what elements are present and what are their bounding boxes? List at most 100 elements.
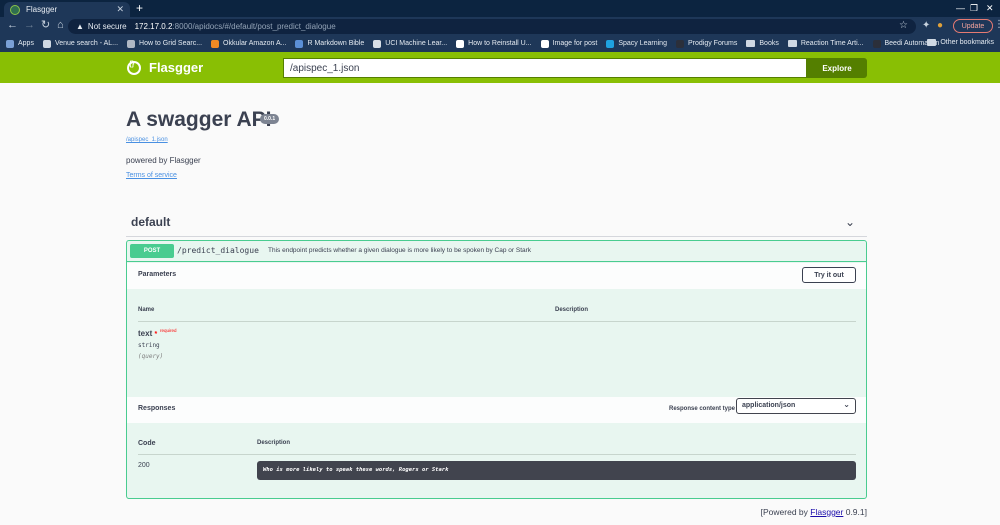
reload-icon[interactable]: ↻	[41, 20, 50, 31]
operation-summary-text: This endpoint predicts whether a given d…	[268, 247, 532, 254]
operation-path: /predict_dialogue	[177, 246, 259, 255]
explore-button[interactable]: Explore	[807, 58, 867, 78]
param-name: text *	[138, 329, 157, 338]
forward-icon[interactable]: →	[24, 20, 35, 31]
bookmark-favicon-icon	[42, 39, 51, 48]
required-label: required	[160, 328, 177, 333]
bookmark-item[interactable]: Prodigy Forums	[675, 39, 738, 48]
swagger-logo-icon	[127, 60, 141, 75]
bookmark-label: How to Grid Searc...	[139, 40, 203, 47]
folder-icon	[927, 39, 937, 46]
bookmark-item[interactable]: R Markdown Bible	[295, 39, 365, 48]
back-icon[interactable]: ←	[7, 20, 18, 31]
bookmark-item[interactable]: How to Reinstall U...	[456, 39, 532, 48]
flasgger-logo[interactable]: Flasgger	[127, 60, 203, 75]
bookmark-label: Apps	[18, 40, 34, 47]
responses-label: Responses	[138, 405, 176, 412]
maximize-icon[interactable]: ❐	[970, 3, 978, 14]
new-tab-icon[interactable]: +	[136, 2, 143, 14]
content-type-select[interactable]: application/json ⌄	[736, 398, 856, 414]
profile-avatar-icon[interactable]: ●	[937, 20, 943, 31]
menu-icon[interactable]: ⋮	[994, 19, 1000, 30]
bookmark-favicon-icon	[675, 39, 684, 48]
bookmark-label: Image for post	[552, 40, 598, 47]
bookmark-label: UCI Machine Lear...	[385, 40, 448, 47]
bookmark-item[interactable]: UCI Machine Lear...	[373, 39, 448, 48]
bookmark-label: Prodigy Forums	[687, 40, 738, 47]
col-name: Name	[138, 307, 155, 313]
bookmark-favicon-icon	[211, 39, 220, 48]
col-response-description: Description	[257, 440, 291, 446]
bookmark-item[interactable]: How to Grid Searc...	[127, 39, 203, 48]
spec-url-input[interactable]	[283, 58, 807, 78]
chevron-down-icon[interactable]: ⌄	[845, 215, 855, 229]
browser-toolbar: ← → ↻ ⌂ ▲ Not secure 172.17.0.2 :8000/ap…	[0, 17, 1000, 35]
content-type-label: Response content type	[669, 406, 736, 412]
browser-tab[interactable]: Flasgger ✕	[4, 2, 130, 17]
bookmark-favicon-icon	[373, 39, 382, 48]
bookmark-item[interactable]: Reaction Time Arti...	[787, 40, 864, 47]
required-star: *	[154, 331, 158, 338]
bookmark-favicon-icon	[540, 39, 549, 48]
not-secure-label: Not secure	[87, 22, 127, 31]
content-type-value: application/json	[742, 402, 796, 409]
bookmark-label: Okkular Amazon A...	[223, 40, 287, 47]
parameters-label: Parameters	[138, 271, 177, 278]
try-it-out-button[interactable]: Try it out	[802, 267, 856, 283]
bookmark-star-icon[interactable]: ☆	[899, 20, 908, 31]
operation-block: POST /predict_dialogue This endpoint pre…	[126, 240, 867, 499]
apps-grid-icon	[6, 39, 14, 48]
bookmark-favicon-icon	[606, 39, 615, 48]
bookmarks-bar: Apps Venue search - AL... How to Grid Se…	[0, 35, 1000, 52]
bookmark-label: Reaction Time Arti...	[800, 40, 864, 47]
bookmark-label: Books	[759, 40, 779, 47]
bookmark-item[interactable]: Books	[746, 40, 779, 47]
divider	[138, 321, 856, 322]
warning-icon: ▲	[76, 22, 84, 31]
bookmark-favicon-icon	[456, 39, 465, 48]
powered-by-text: powered by Flasgger	[126, 156, 201, 165]
bookmark-item[interactable]: Venue search - AL...	[42, 39, 118, 48]
param-location: (query)	[138, 353, 164, 360]
extensions-icon[interactable]: ✦	[922, 20, 930, 31]
url-path: :8000/apidocs/#/default/post_predict_dia…	[172, 22, 336, 31]
api-title: A swagger API	[126, 108, 272, 131]
footer: [Powered by Flasgger 0.9.1]	[761, 507, 867, 517]
col-code: Code	[138, 440, 156, 447]
param-type: string	[138, 342, 160, 349]
address-bar[interactable]: ▲ Not secure 172.17.0.2 :8000/apidocs/#/…	[68, 19, 916, 34]
responses-header: Responses Response content type applicat…	[127, 397, 866, 423]
footer-suffix: 0.9.1]	[843, 507, 867, 517]
operation-summary[interactable]: POST /predict_dialogue This endpoint pre…	[127, 241, 866, 262]
bookmark-item[interactable]: Spacy Learning	[606, 39, 667, 48]
close-window-icon[interactable]: ✕	[986, 3, 994, 14]
tab-title: Flasgger	[26, 5, 58, 14]
bookmark-item[interactable]: Okkular Amazon A...	[211, 39, 287, 48]
version-badge: 0.0.1	[260, 114, 280, 124]
minimize-icon[interactable]: —	[956, 3, 965, 13]
bookmark-label: R Markdown Bible	[307, 40, 365, 47]
tag-section-header[interactable]: default ⌄	[126, 213, 867, 237]
flasgger-link[interactable]: Flasgger	[810, 507, 843, 517]
chevron-down-icon: ⌄	[843, 400, 850, 409]
update-button[interactable]: Update	[953, 19, 993, 33]
footer-prefix: [Powered by	[760, 507, 811, 517]
home-icon[interactable]: ⌂	[57, 20, 64, 31]
parameters-header: Parameters Try it out	[127, 263, 866, 289]
divider	[138, 454, 856, 455]
method-badge: POST	[130, 244, 174, 258]
other-bookmarks[interactable]: Other bookmarks	[927, 39, 994, 46]
bookmark-item[interactable]: Apps	[6, 39, 34, 48]
col-description: Description	[555, 307, 589, 313]
response-code: 200	[138, 462, 150, 469]
response-description: Who is more likely to speak these words,…	[257, 461, 856, 480]
url-host: 172.17.0.2	[134, 22, 173, 31]
folder-icon	[746, 40, 756, 47]
bookmark-item[interactable]: Image for post	[540, 39, 598, 48]
bookmark-label: Spacy Learning	[618, 40, 667, 47]
bookmark-favicon-icon	[295, 39, 304, 48]
terms-of-service-link[interactable]: Terms of service	[126, 172, 177, 179]
spec-link[interactable]: /apispec_1.json	[126, 137, 168, 143]
close-tab-icon[interactable]: ✕	[116, 4, 124, 15]
section-title: default	[131, 215, 171, 229]
